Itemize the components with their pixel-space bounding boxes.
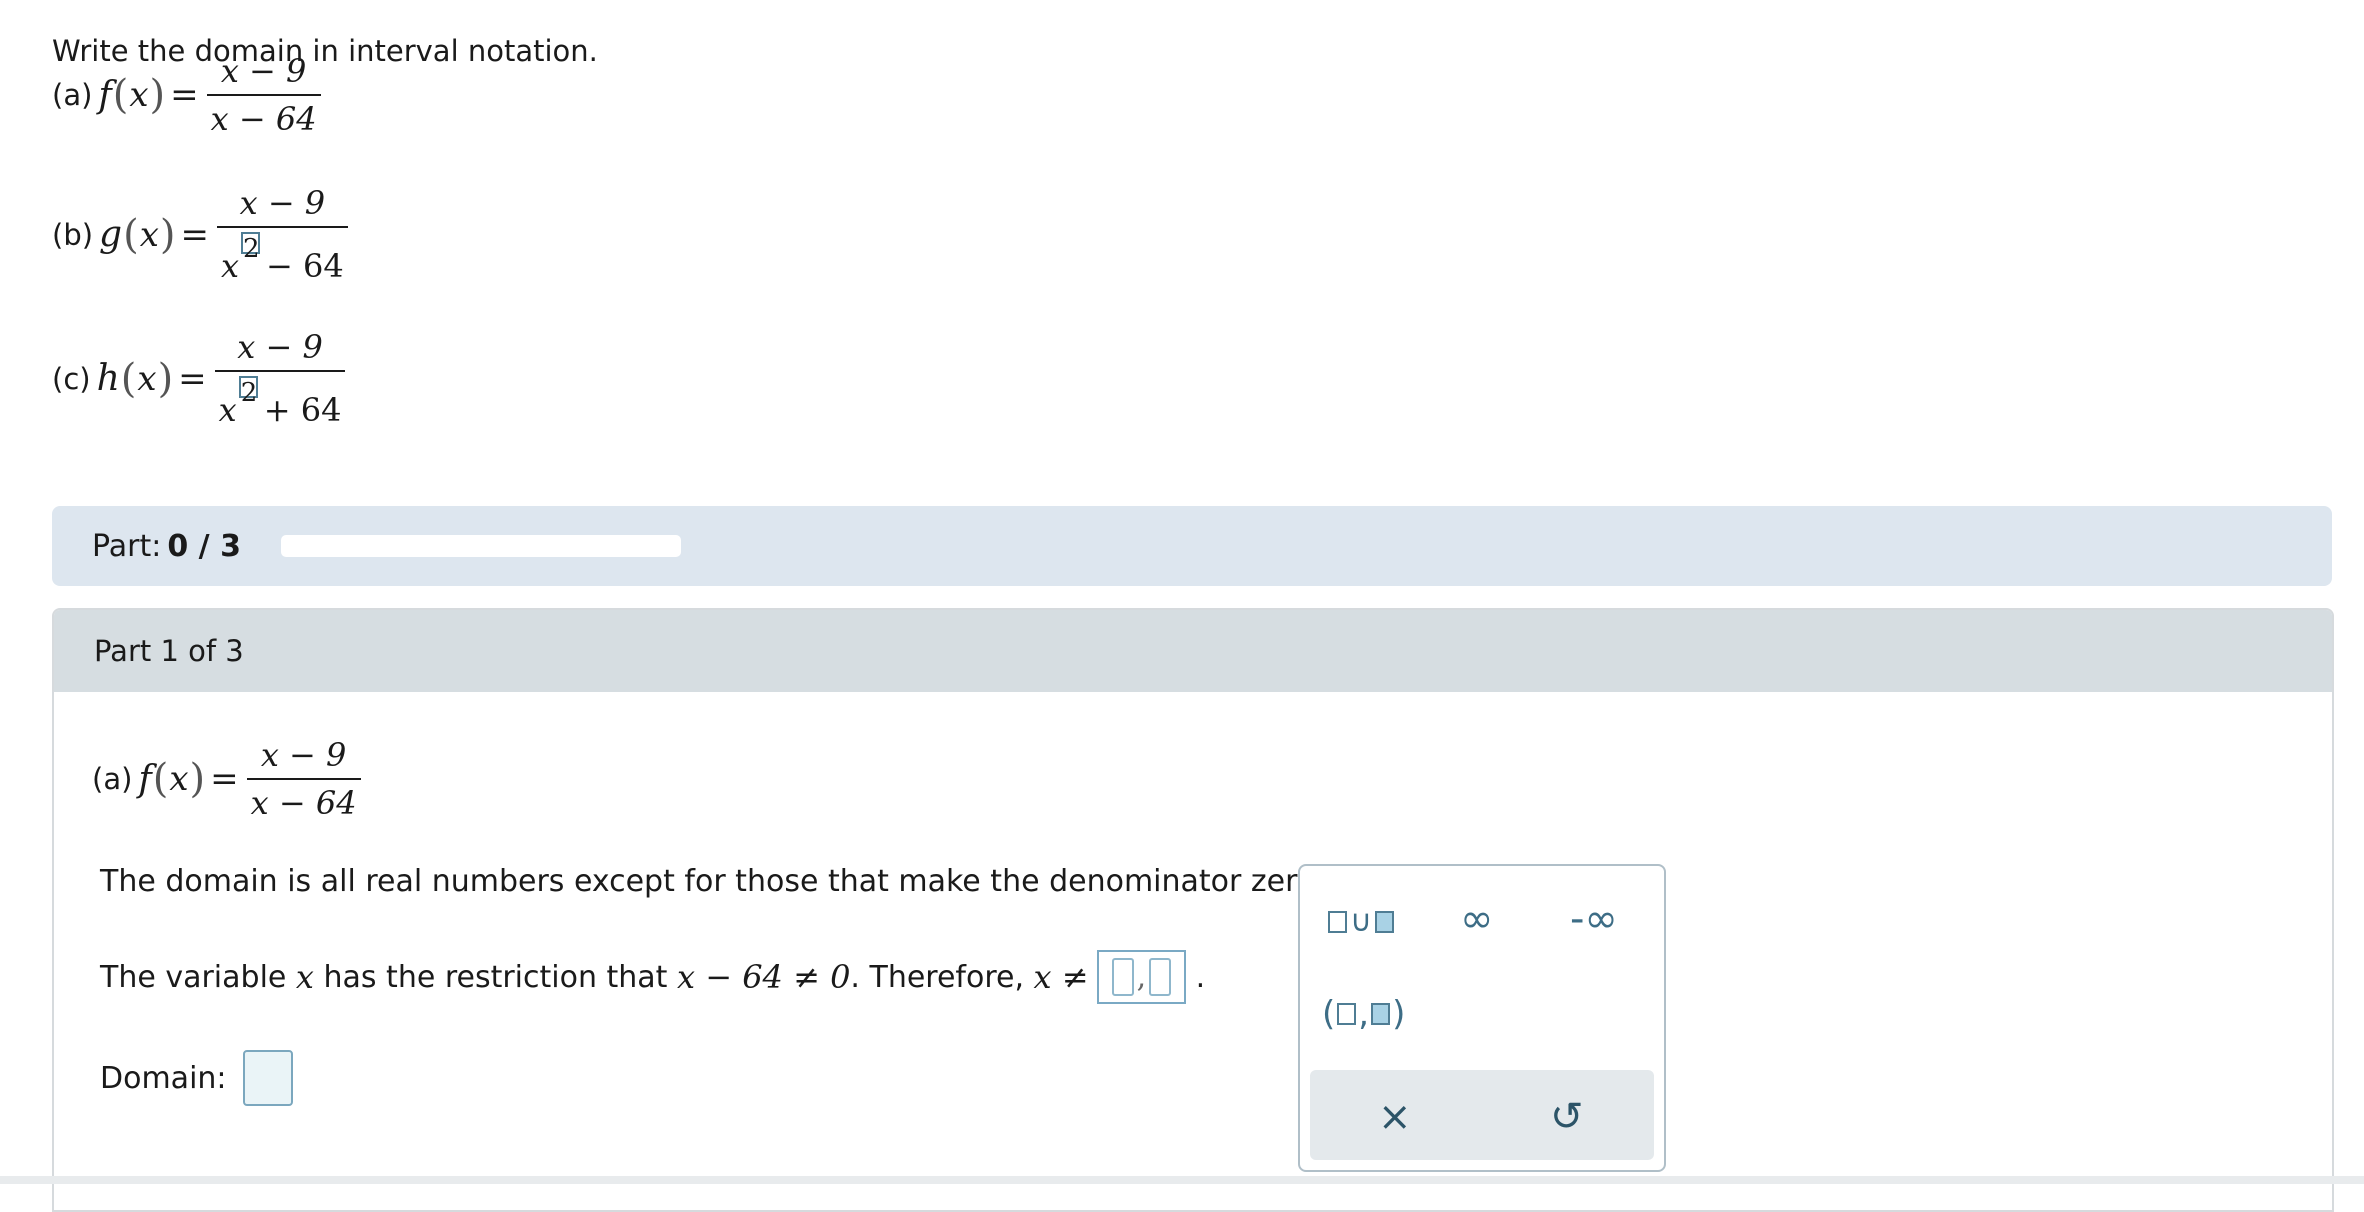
denominator-rest: + 64 <box>263 391 342 429</box>
problem-a: (a) f (x) = x − 9 x − 64 <box>52 52 321 138</box>
equals-sign: = <box>170 75 199 115</box>
explanation-text: The domain is all real numbers except fo… <box>100 864 1325 899</box>
denominator: x − 64 <box>246 778 361 822</box>
variable: x <box>169 759 189 799</box>
problem-c: (c) h (x) = x − 9 x 2 + 64 <box>52 328 346 429</box>
variable: x <box>139 214 159 255</box>
denominator: x − 64 <box>206 94 321 138</box>
equals-sign: = <box>210 759 239 799</box>
infinity-button[interactable]: ∞ <box>1460 896 1493 942</box>
problem-label: (a) <box>92 762 133 796</box>
part-problem: (a) f (x) = x − 9 x − 64 <box>92 736 361 822</box>
numerator: x − 9 <box>237 328 323 366</box>
answer-slot-1[interactable] <box>1111 958 1134 996</box>
variable: x <box>129 75 149 115</box>
part-progress-label: Part: 0 / 3 <box>92 528 241 564</box>
part-card: Part 1 of 3 <box>52 608 2334 1212</box>
exponent: 2 <box>238 376 258 408</box>
restriction-line: The variable x has the restriction that … <box>100 950 1205 1004</box>
part-progress-bar: Part: 0 / 3 <box>52 506 2332 586</box>
fraction: x − 9 x 2 + 64 <box>214 328 346 429</box>
answer-slot-2[interactable] <box>1149 958 1172 996</box>
domain-line: Domain: <box>100 1050 293 1106</box>
fraction: x − 9 x − 64 <box>206 52 321 138</box>
equals-sign: = <box>180 214 210 255</box>
undo-icon: ↺ <box>1550 1094 1584 1140</box>
problem-label: (c) <box>52 361 91 396</box>
clear-button[interactable]: × <box>1378 1094 1412 1140</box>
denominator: x 2 + 64 <box>214 370 346 429</box>
excluded-values-answer-box[interactable]: , <box>1096 950 1187 1004</box>
numerator: x − 9 <box>260 736 347 774</box>
part-header-title: Part 1 of 3 <box>94 634 244 668</box>
numerator: x − 9 <box>239 184 326 222</box>
palette-footer: × ↺ <box>1310 1070 1654 1160</box>
close-icon: × <box>1378 1094 1412 1140</box>
denominator: x 2− 64 <box>217 226 348 285</box>
function-name: h <box>96 358 120 399</box>
exponent: 2 <box>241 232 261 264</box>
negative-infinity-icon: -∞ <box>1570 896 1618 942</box>
progress-track <box>280 535 681 557</box>
negative-infinity-button[interactable]: -∞ <box>1570 896 1618 942</box>
domain-label: Domain: <box>100 1060 227 1096</box>
fraction: x − 9 x 2− 64 <box>217 184 348 285</box>
math-palette: ∪ ∞ -∞ (,) × ↺ <box>1298 864 1666 1172</box>
domain-input[interactable] <box>242 1050 293 1106</box>
denominator-rest: − 64 <box>266 247 344 285</box>
function-name: f <box>138 758 152 800</box>
not-equal-expression: x ≠ <box>1033 958 1089 996</box>
restriction-expression: x − 64 ≠ 0 <box>676 958 851 996</box>
denominator-base: x <box>221 247 240 285</box>
bottom-divider <box>0 1176 2364 1184</box>
variable: x <box>295 958 314 996</box>
variable: x <box>137 358 157 399</box>
union-icon: ∪ <box>1350 904 1372 939</box>
denominator-base: x <box>218 391 237 429</box>
fraction: x − 9 x − 64 <box>246 736 361 822</box>
union-button[interactable]: ∪ <box>1328 904 1394 939</box>
function-name: f <box>98 74 112 116</box>
problem-b: (b) g (x) = x − 9 x 2− 64 <box>52 184 348 285</box>
problem-label: (a) <box>52 78 93 112</box>
numerator: x − 9 <box>220 52 307 90</box>
part-header: Part 1 of 3 <box>54 610 2332 692</box>
equals-sign: = <box>178 358 207 399</box>
function-name: g <box>99 214 123 255</box>
part-progress-value: 0 / 3 <box>167 528 241 564</box>
undo-button[interactable]: ↺ <box>1550 1094 1584 1140</box>
problem-label: (b) <box>52 217 94 252</box>
open-interval-button[interactable]: (,) <box>1322 994 1405 1034</box>
infinity-icon: ∞ <box>1460 896 1494 942</box>
